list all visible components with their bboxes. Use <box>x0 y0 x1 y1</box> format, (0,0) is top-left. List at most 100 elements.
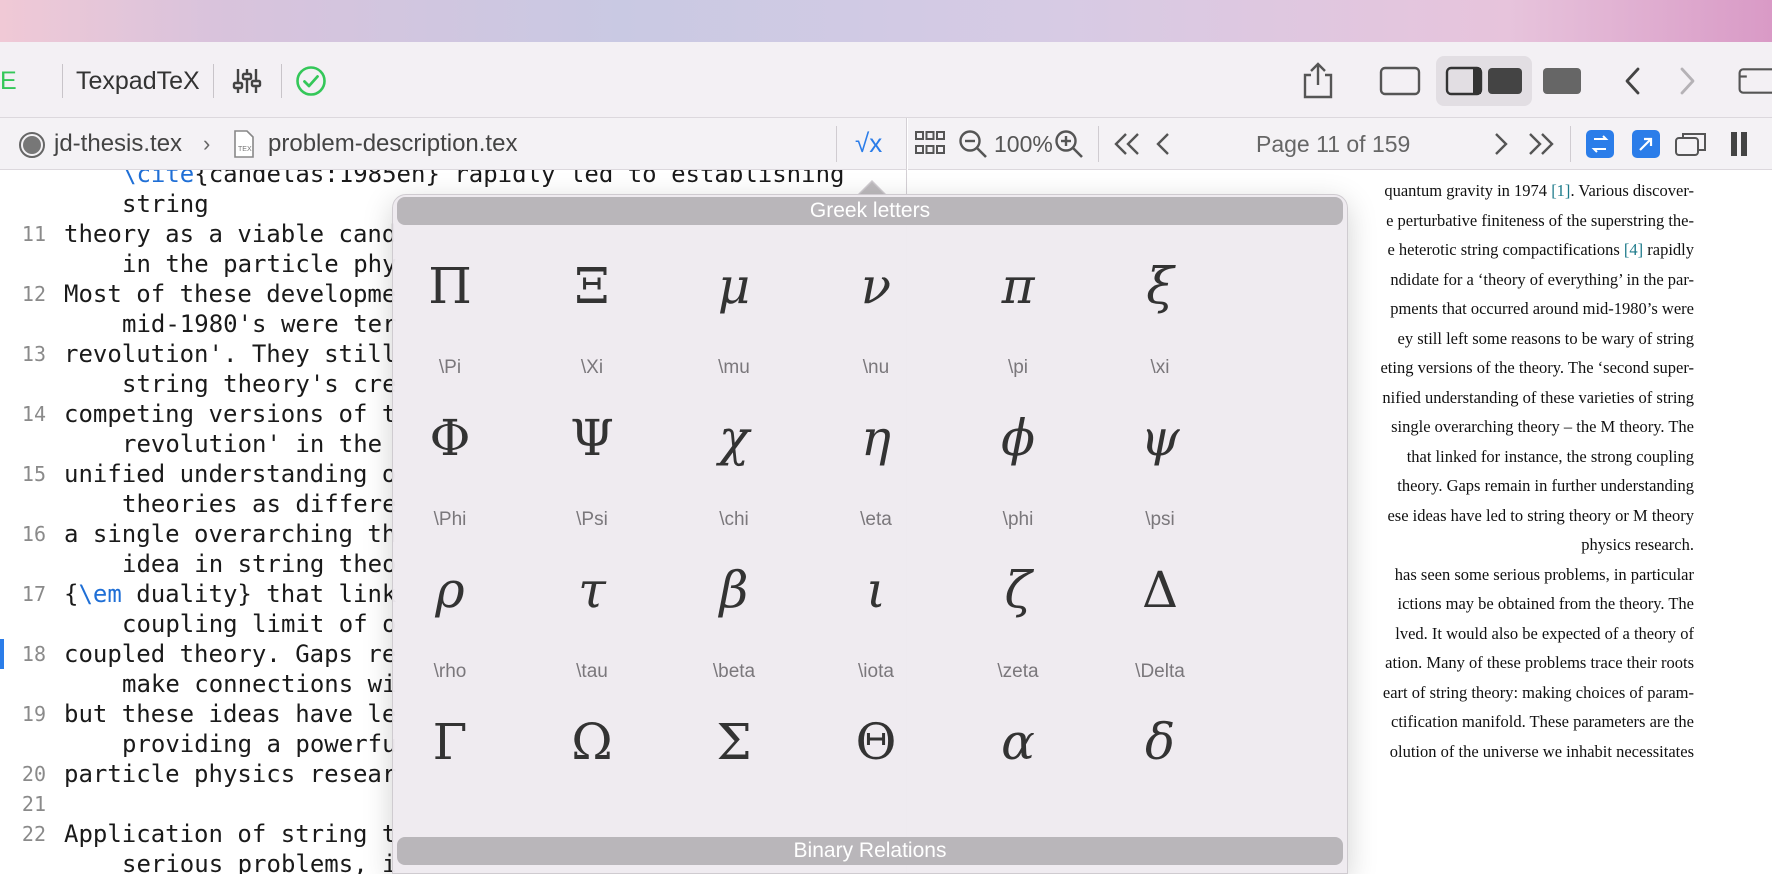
greek-symbol-button[interactable]: Σ <box>654 687 814 859</box>
symbol-glyph: τ <box>578 561 606 619</box>
code-fragment: unified understanding o <box>64 460 397 488</box>
pdf-text-fragment: olution of the universe we inhabit neces… <box>1389 741 1694 761</box>
code-fragment: a single overarching th <box>64 520 397 548</box>
greek-symbol-button[interactable]: Γ <box>393 687 530 859</box>
greek-symbol-button[interactable]: τ \tau <box>512 535 672 707</box>
symbol-glyph: Δ <box>1141 561 1179 619</box>
greek-symbol-button[interactable]: ξ \xi <box>1080 231 1240 403</box>
current-file-breadcrumb[interactable]: problem-description.tex <box>268 130 517 158</box>
greek-symbol-button[interactable]: ψ \psi <box>1080 383 1240 555</box>
greek-symbol-button[interactable]: β \beta <box>654 535 814 707</box>
open-external-icon[interactable] <box>1632 130 1660 158</box>
sync-scroll-icon[interactable] <box>1586 130 1614 158</box>
pdf-text-fragment: physics research. <box>1581 535 1694 554</box>
code-text: revolution' in the <box>122 429 382 459</box>
symbol-glyph: Θ <box>855 713 897 771</box>
pdf-text-fragment: eting versions of the theory. The ‘secon… <box>1380 358 1694 377</box>
code-text: theories as differe <box>122 489 397 519</box>
pdf-text-fragment: . Various discover- <box>1570 181 1694 200</box>
greek-symbol-button[interactable]: ν \nu <box>796 231 956 403</box>
code-fragment: providing a powerfu <box>122 730 397 758</box>
first-page-icon[interactable] <box>1112 131 1142 157</box>
greek-symbol-button[interactable]: χ \chi <box>654 383 814 555</box>
greek-symbol-button[interactable]: μ \mu <box>654 231 814 403</box>
code-text: providing a powerfu <box>122 729 397 759</box>
pdf-text-fragment: ation. Many of these problems trace thei… <box>1385 653 1694 672</box>
greek-symbol-button[interactable]: η \eta <box>796 383 956 555</box>
symbol-command-label: \iota <box>858 661 894 682</box>
citation-link[interactable]: [4] <box>1624 240 1643 259</box>
code-text: {\em duality} that link <box>64 579 396 609</box>
svg-text:TEX: TEX <box>238 146 252 153</box>
code-fragment: revolution' in the <box>122 430 383 458</box>
project-file-breadcrumb[interactable]: jd-thesis.tex <box>54 130 182 158</box>
greek-symbol-button[interactable]: Π \Pi <box>393 231 530 403</box>
symbol-glyph: ζ <box>1004 561 1032 619</box>
navigate-back-icon[interactable] <box>1616 64 1650 98</box>
typeset-settings-icon[interactable] <box>230 64 264 98</box>
code-fragment: but these ideas have le <box>64 700 397 728</box>
layout-preview-only-icon[interactable] <box>1540 64 1584 98</box>
toolbar-divider <box>62 64 63 98</box>
zoom-in-icon[interactable] <box>1054 129 1084 159</box>
pause-icon[interactable] <box>1728 130 1750 158</box>
greek-symbol-button[interactable]: Δ \Delta <box>1080 535 1240 707</box>
symbol-command-label: \Delta <box>1135 661 1185 682</box>
code-text: a single overarching th <box>64 519 396 549</box>
layout-split-view-button[interactable] <box>1436 56 1532 106</box>
navigate-forward-icon[interactable] <box>1670 64 1704 98</box>
share-icon[interactable] <box>1298 60 1338 102</box>
typesetter-selector[interactable]: TexpadTeX <box>76 64 200 98</box>
line-number: 19 <box>21 702 46 726</box>
code-fragment: in the particle phy <box>122 250 397 278</box>
layout-editor-only-icon[interactable] <box>1378 64 1422 98</box>
editor-line[interactable]: \cite{candelas:1985en} rapidly led to es… <box>0 170 906 189</box>
code-fragment: make connections wi <box>122 670 397 698</box>
greek-symbol-button[interactable]: Ψ \Psi <box>512 383 672 555</box>
code-text: \cite{candelas:1985en} rapidly led to es… <box>122 170 844 189</box>
code-fragment: serious problems, i <box>122 850 397 874</box>
greek-symbol-button[interactable]: Ξ \Xi <box>512 231 672 403</box>
pdf-text-fragment: has seen some serious problems, in parti… <box>1394 564 1694 584</box>
code-text: coupled theory. Gaps re <box>64 639 396 669</box>
next-page-icon[interactable] <box>1490 131 1510 157</box>
symbol-command-label: \psi <box>1145 509 1175 530</box>
compile-status-check-icon[interactable] <box>294 64 328 98</box>
zoom-out-icon[interactable] <box>958 129 988 159</box>
symbol-command-label: \chi <box>719 509 749 530</box>
code-text: string theory's cre <box>122 369 397 399</box>
last-page-icon[interactable] <box>1526 131 1556 157</box>
pdf-text-fragment: pments that occurred around mid-1980’s w… <box>1390 299 1694 318</box>
code-fragment: string theory's cre <box>122 370 397 398</box>
thumbnail-grid-icon[interactable] <box>914 129 946 159</box>
greek-symbol-button[interactable]: Φ \Phi <box>393 383 530 555</box>
window-toolbar: E TexpadTeX <box>0 42 1772 118</box>
greek-symbol-button[interactable]: π \pi <box>938 231 1098 403</box>
greek-symbol-button[interactable]: Ω <box>512 687 672 859</box>
math-symbols-button[interactable]: √x <box>855 128 882 159</box>
code-text: theory as a viable cand <box>64 219 396 249</box>
greek-symbol-button[interactable]: δ <box>1080 687 1240 859</box>
greek-symbol-button[interactable]: Θ <box>796 687 956 859</box>
greek-symbol-button[interactable]: ϕ \phi <box>938 383 1098 555</box>
code-text: Most of these developme <box>64 279 396 309</box>
symbol-command-label: \zeta <box>997 661 1039 682</box>
duplicate-window-icon[interactable] <box>1674 130 1708 158</box>
symbol-glyph: Ψ <box>570 409 614 467</box>
greek-symbol-button[interactable]: ι \iota <box>796 535 956 707</box>
previous-page-icon[interactable] <box>1154 131 1174 157</box>
sidebar-toggle-icon[interactable] <box>1736 64 1772 98</box>
symbol-command-label: \Pi <box>438 357 462 378</box>
code-fragment: Most of these developme <box>64 280 397 308</box>
greek-symbol-button[interactable]: α <box>938 687 1098 859</box>
greek-symbol-button[interactable]: ρ \rho <box>393 535 530 707</box>
math-symbols-popover: Greek letters Π \Pi Ξ \Xi μ \mu ν \nu π \pi ξ \xi Φ \… <box>392 194 1348 874</box>
symbol-glyph: ι <box>866 561 886 619</box>
binary-relations-section-header[interactable]: Binary Relations <box>397 837 1343 865</box>
pdf-text-fragment: that linked for instance, the strong cou… <box>1406 446 1694 466</box>
symbol-command-label: \nu <box>862 357 890 378</box>
greek-symbol-button[interactable]: ζ \zeta <box>938 535 1098 707</box>
code-text: coupling limit of o <box>122 609 397 639</box>
citation-link[interactable]: [1] <box>1551 181 1570 200</box>
symbol-command-label: \Psi <box>576 509 608 530</box>
